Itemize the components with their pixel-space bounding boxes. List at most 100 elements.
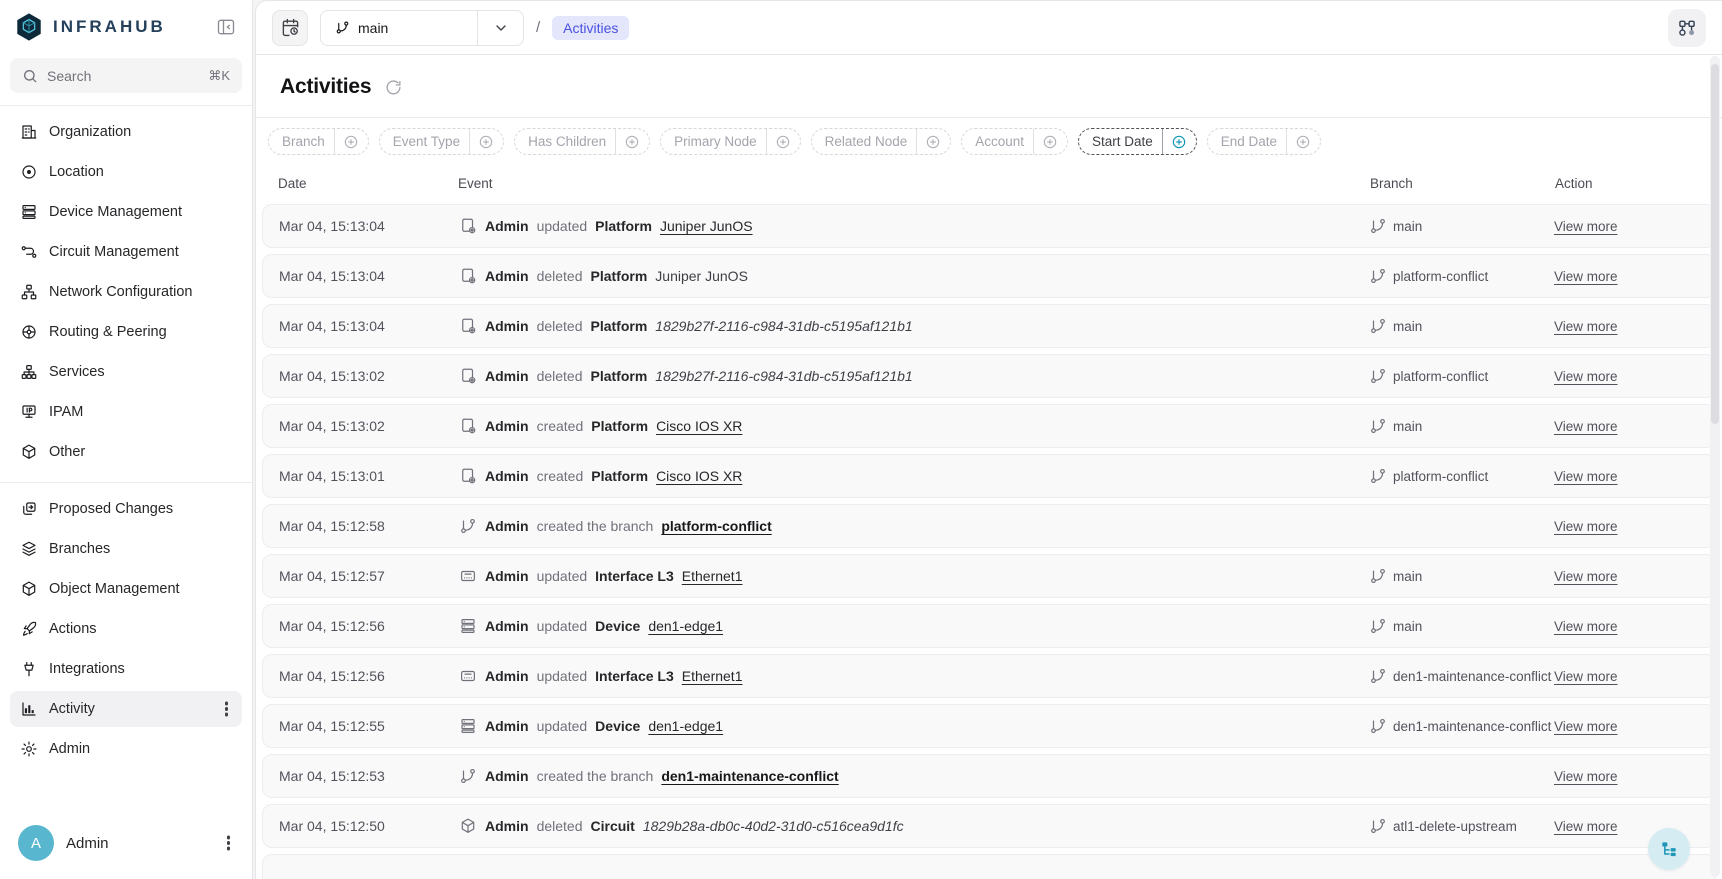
time-travel-button[interactable]	[272, 10, 308, 46]
scrollbar-thumb[interactable]	[1711, 64, 1719, 424]
event-object-name[interactable]: Cisco IOS XR	[656, 468, 742, 484]
filter-chip-primary-node[interactable]: Primary Node	[660, 128, 801, 155]
row-branch: den1-maintenance-conflict	[1369, 717, 1554, 735]
sidebar-item-label: Device Management	[49, 204, 182, 220]
filter-chip-has-children[interactable]: Has Children	[514, 128, 650, 155]
sidebar-item-services[interactable]: Services	[10, 354, 242, 390]
sidebar-item-network-configuration[interactable]: Network Configuration	[10, 274, 242, 310]
sidebar-item-proposed-changes[interactable]: Proposed Changes	[10, 491, 242, 527]
event-object-type: Circuit	[591, 818, 635, 834]
branch-selector[interactable]: main	[320, 10, 524, 46]
event-actor: Admin	[485, 568, 529, 584]
search-input[interactable]: Search ⌘K	[10, 58, 242, 93]
event-actor: Admin	[485, 218, 529, 234]
row-date: Mar 04, 15:12:50	[279, 818, 459, 834]
view-more-link[interactable]: View more	[1554, 569, 1618, 584]
kebab-icon[interactable]	[225, 707, 229, 711]
view-more-link[interactable]: View more	[1554, 669, 1618, 684]
filter-chip-related-node[interactable]: Related Node	[811, 128, 952, 155]
event-object-name[interactable]: den1-edge1	[648, 618, 723, 634]
panel-left-close-icon	[216, 17, 236, 37]
circle-plus-icon[interactable]	[616, 134, 649, 150]
sidebar-item-routing-peering[interactable]: Routing & Peering	[10, 314, 242, 350]
sidebar-item-activity[interactable]: Activity	[10, 691, 242, 727]
event-verb: created	[537, 418, 584, 434]
circle-plus-icon[interactable]	[1287, 134, 1320, 150]
view-more-link[interactable]: View more	[1554, 369, 1618, 384]
sidebar-item-device-management[interactable]: Device Management	[10, 194, 242, 230]
view-more-link[interactable]: View more	[1554, 419, 1618, 434]
sidebar-item-organization[interactable]: Organization	[10, 114, 242, 150]
column-header-branch: Branch	[1370, 176, 1555, 191]
refresh-button[interactable]	[383, 77, 404, 98]
circle-plus-icon[interactable]	[1034, 134, 1067, 150]
sidebar-item-actions[interactable]: Actions	[10, 611, 242, 647]
sidebar: INFRAHUB Search ⌘K OrganizationLocationD…	[0, 0, 253, 879]
sidebar-item-label: Branches	[49, 541, 110, 557]
sidebar-item-admin[interactable]: Admin	[10, 731, 242, 767]
view-more-link[interactable]: View more	[1554, 269, 1618, 284]
circle-plus-icon[interactable]	[1163, 134, 1196, 150]
filter-chip-event-type[interactable]: Event Type	[379, 128, 504, 155]
sidebar-item-ipam[interactable]: IPAM	[10, 394, 242, 430]
row-action: View more	[1554, 618, 1699, 634]
circle-plus-icon[interactable]	[470, 134, 503, 150]
event-object-name[interactable]: den1-maintenance-conflict	[661, 768, 838, 784]
event-object-name[interactable]: Cisco IOS XR	[656, 418, 742, 434]
sidebar-item-circuit-management[interactable]: Circuit Management	[10, 234, 242, 270]
row-date: Mar 04, 15:12:58	[279, 518, 459, 534]
sidebar-item-other[interactable]: Other	[10, 434, 242, 470]
object-icon	[20, 580, 38, 598]
filter-label: Event Type	[380, 134, 469, 149]
sidebar-spacer	[0, 779, 252, 811]
row-action: View more	[1554, 768, 1699, 784]
view-more-link[interactable]: View more	[1554, 819, 1618, 834]
row-date: Mar 04, 15:13:02	[279, 418, 459, 434]
row-date: Mar 04, 15:13:04	[279, 318, 459, 334]
view-more-link[interactable]: View more	[1554, 619, 1618, 634]
filter-chip-end-date[interactable]: End Date	[1207, 128, 1321, 155]
filter-chip-branch[interactable]: Branch	[268, 128, 369, 155]
view-more-link[interactable]: View more	[1554, 769, 1618, 784]
user-menu-button[interactable]	[225, 839, 237, 847]
view-more-link[interactable]: View more	[1554, 469, 1618, 484]
view-more-link[interactable]: View more	[1554, 319, 1618, 334]
diff-tree-button[interactable]	[1648, 828, 1690, 870]
git-branch-icon	[1369, 817, 1387, 835]
event-object-name[interactable]: Ethernet1	[682, 668, 743, 684]
sidebar-item-branches[interactable]: Branches	[10, 531, 242, 567]
event-object-name[interactable]: platform-conflict	[661, 518, 771, 534]
view-more-link[interactable]: View more	[1554, 219, 1618, 234]
activity-icon	[20, 700, 38, 718]
event-object-name[interactable]: Juniper JunOS	[660, 218, 753, 234]
branch-name: platform-conflict	[1393, 369, 1488, 384]
sidebar-item-object-management[interactable]: Object Management	[10, 571, 242, 607]
collapse-sidebar-button[interactable]	[214, 15, 238, 39]
row-branch: platform-conflict	[1369, 367, 1554, 385]
sidebar-item-label: Actions	[49, 621, 97, 637]
sidebar-item-integrations[interactable]: Integrations	[10, 651, 242, 687]
filter-chip-start-date[interactable]: Start Date	[1078, 128, 1197, 155]
view-more-link[interactable]: View more	[1554, 719, 1618, 734]
table-row: Mar 04, 15:12:56AdminupdatedDeviceden1-e…	[262, 604, 1716, 648]
view-more-link[interactable]: View more	[1554, 519, 1618, 534]
refresh-icon	[385, 79, 402, 96]
sidebar-item-location[interactable]: Location	[10, 154, 242, 190]
event-object-name[interactable]: den1-edge1	[648, 718, 723, 734]
row-event: AdmindeletedPlatform1829b27f-2116-c984-3…	[459, 367, 1369, 385]
circle-plus-icon[interactable]	[917, 134, 950, 150]
breadcrumb-current[interactable]: Activities	[552, 16, 629, 40]
circle-plus-icon[interactable]	[335, 134, 368, 150]
search-label: Search	[47, 68, 91, 84]
user-row[interactable]: A Admin	[0, 811, 252, 879]
git-branch-icon	[1369, 367, 1387, 385]
filter-chip-account[interactable]: Account	[961, 128, 1068, 155]
circle-plus-icon[interactable]	[767, 134, 800, 150]
event-object-name[interactable]: Ethernet1	[682, 568, 743, 584]
row-branch: main	[1369, 317, 1554, 335]
activities-page: Activities BranchEvent TypeHas ChildrenP…	[256, 55, 1722, 879]
event-verb: updated	[537, 718, 588, 734]
location-icon	[20, 163, 38, 181]
schema-button[interactable]	[1668, 9, 1706, 47]
vertical-scrollbar[interactable]	[1710, 56, 1720, 877]
